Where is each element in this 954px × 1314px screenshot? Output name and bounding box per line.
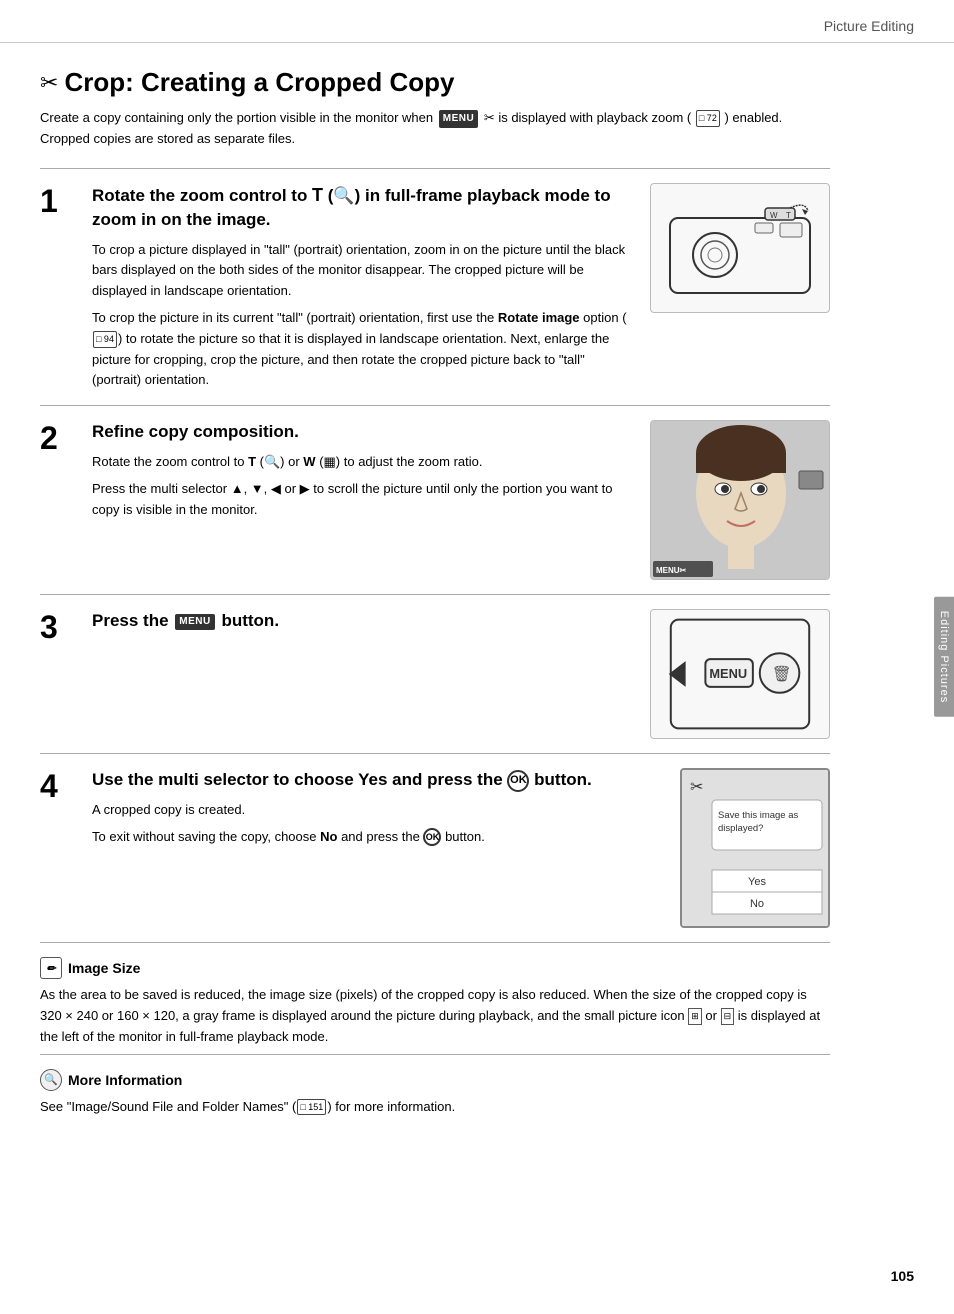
svg-text:✂: ✂: [690, 779, 703, 796]
small-icon-1: ⊞: [688, 1008, 702, 1024]
step-4-section: 4 Use the multi selector to choose Yes a…: [40, 753, 830, 942]
step-3-content: Press the MENU button.: [92, 609, 830, 739]
step-4-number: 4: [40, 770, 76, 802]
step-3-text: Press the MENU button.: [92, 609, 632, 641]
svg-text:MENU✂: MENU✂: [656, 566, 687, 575]
step-2-body: Rotate the zoom control to T (🔍) or W (▦…: [92, 452, 632, 520]
more-info-section: 🔍 More Information See "Image/Sound File…: [40, 1054, 830, 1124]
step-2-text: Refine copy composition. Rotate the zoom…: [92, 420, 632, 520]
svg-text:No: No: [750, 898, 764, 910]
step-2-body-p1: Rotate the zoom control to T (🔍) or W (▦…: [92, 452, 632, 473]
step-1-number: 1: [40, 185, 76, 217]
svg-text:🗑: 🗑: [772, 665, 792, 683]
step-4-heading: Use the multi selector to choose Yes and…: [92, 768, 662, 792]
step-4-before: Use the multi selector to choose: [92, 770, 358, 789]
step-1-flex: Rotate the zoom control to T (🔍) in full…: [92, 183, 830, 392]
more-info-title: More Information: [68, 1072, 182, 1088]
step1-ref94: □ 94: [93, 331, 117, 347]
step-3-flex: Press the MENU button.: [92, 609, 830, 739]
intro-text-before: Create a copy containing only the portio…: [40, 110, 437, 125]
step-4-yes: Yes: [358, 770, 387, 789]
step2-t: T: [248, 454, 256, 469]
note-pencil-icon: ✏: [40, 957, 62, 979]
step-4-body-p2: To exit without saving the copy, choose …: [92, 827, 662, 848]
page-title: Crop: Creating a Cropped Copy: [64, 67, 454, 98]
camera-svg: W T: [660, 193, 820, 303]
main-content: ✂ Crop: Creating a Cropped Copy Create a…: [0, 43, 870, 1153]
step-4-body: A cropped copy is created. To exit witho…: [92, 800, 662, 848]
menu-badge-intro: MENU: [439, 110, 478, 128]
header-title: Picture Editing: [824, 18, 914, 34]
intro-separator: ✂ is displayed with playback zoom (: [484, 110, 691, 125]
menu-badge-step3: MENU: [175, 614, 214, 630]
svg-text:Save this image as: Save this image as: [718, 810, 799, 821]
ok-button-icon: OK: [507, 770, 529, 792]
step-1-body-p2: To crop the picture in its current "tall…: [92, 308, 632, 391]
image-size-heading: ✏ Image Size: [40, 957, 830, 979]
step-4-flex: Use the multi selector to choose Yes and…: [92, 768, 830, 928]
step-2-face-diagram: MENU✂: [650, 420, 830, 580]
step-2-body-p2: Press the multi selector ▲, ▼, ◀ or ▶ to…: [92, 479, 632, 521]
more-info-icon: 🔍: [40, 1069, 62, 1091]
step-3-image: MENU 🗑: [650, 609, 830, 739]
step-1-camera-diagram: W T: [650, 183, 830, 313]
rotate-image-bold: Rotate image: [498, 310, 580, 325]
more-info-heading: 🔍 More Information: [40, 1069, 830, 1091]
more-info-body: See "Image/Sound File and Folder Names" …: [40, 1097, 830, 1118]
ok-button-icon-2: OK: [423, 828, 441, 846]
step-1-heading-before: Rotate the zoom control to: [92, 186, 312, 205]
step-1-body: To crop a picture displayed in "tall" (p…: [92, 240, 632, 392]
menu-btn-svg: MENU 🗑: [651, 609, 829, 739]
svg-text:MENU: MENU: [709, 666, 747, 681]
step-4-image: ✂ Save this image as displayed? Yes: [680, 768, 830, 928]
step-4-body-p1: A cropped copy is created.: [92, 800, 662, 821]
step-3-menu-diagram: MENU 🗑: [650, 609, 830, 739]
step-4-text: Use the multi selector to choose Yes and…: [92, 768, 662, 847]
intro-ref: □ 72: [696, 110, 720, 126]
step-1-text: Rotate the zoom control to T (🔍) in full…: [92, 183, 632, 392]
header-bar: Picture Editing: [0, 0, 954, 43]
more-info-ref: □ 151: [297, 1099, 326, 1115]
face-svg: MENU✂: [651, 421, 830, 580]
crop-icon: ✂: [40, 70, 58, 96]
step-2-flex: Refine copy composition. Rotate the zoom…: [92, 420, 830, 580]
small-icon-2: ⊟: [721, 1008, 735, 1024]
intro-paragraph: Create a copy containing only the portio…: [40, 108, 830, 150]
step-2-heading: Refine copy composition.: [92, 420, 632, 444]
step-3-number: 3: [40, 611, 76, 643]
step-4-middle: and press the: [392, 770, 507, 789]
step-2-section: 2 Refine copy composition. Rotate the zo…: [40, 405, 830, 594]
step-1-section: 1 Rotate the zoom control to T (🔍) in fu…: [40, 168, 830, 406]
step-3-section: 3 Press the MENU button.: [40, 594, 830, 753]
step-2-number: 2: [40, 422, 76, 454]
image-size-body: As the area to be saved is reduced, the …: [40, 985, 830, 1047]
step-3-heading: Press the MENU button.: [92, 609, 632, 633]
side-tab: Editing Pictures: [934, 597, 954, 717]
svg-text:displayed?: displayed?: [718, 823, 763, 834]
step-2-image: MENU✂: [650, 420, 830, 580]
image-size-title: Image Size: [68, 960, 140, 976]
step-3-heading-after: button.: [221, 611, 279, 630]
step-4-screen-diagram: ✂ Save this image as displayed? Yes: [680, 768, 830, 928]
step2-w: W: [303, 454, 315, 469]
step-1-body-p1: To crop a picture displayed in "tall" (p…: [92, 240, 632, 302]
svg-text:T: T: [786, 211, 791, 220]
svg-text:W: W: [770, 211, 778, 220]
step-3-heading-before: Press the: [92, 611, 173, 630]
step-1-heading: Rotate the zoom control to T (🔍) in full…: [92, 183, 632, 232]
step-2-content: Refine copy composition. Rotate the zoom…: [92, 420, 830, 580]
screen-svg: ✂ Save this image as displayed? Yes: [682, 770, 830, 928]
step-4-after: button.: [534, 770, 592, 789]
step-1-content: Rotate the zoom control to T (🔍) in full…: [92, 183, 830, 392]
page-container: Picture Editing Editing Pictures ✂ Crop:…: [0, 0, 954, 1314]
step-4-content: Use the multi selector to choose Yes and…: [92, 768, 830, 928]
page-number: 105: [891, 1268, 914, 1284]
image-size-note: ✏ Image Size As the area to be saved is …: [40, 942, 830, 1053]
step-1-t-key: T: [312, 185, 323, 205]
page-title-row: ✂ Crop: Creating a Cropped Copy: [40, 67, 830, 98]
step4-no: No: [320, 829, 337, 844]
step-1-image: W T: [650, 183, 830, 313]
svg-text:Yes: Yes: [748, 876, 766, 888]
